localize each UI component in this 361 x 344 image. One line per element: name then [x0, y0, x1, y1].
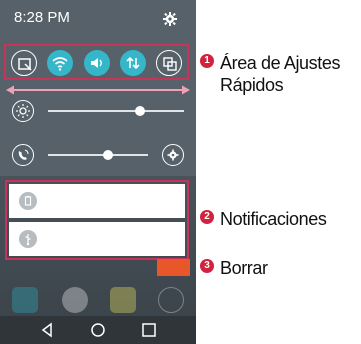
ringtone-volume-icon	[12, 144, 34, 166]
screen-capture-toggle[interactable]	[11, 50, 37, 76]
callout-label: Área de Ajustes Rápidos	[220, 52, 340, 96]
multi-window-toggle[interactable]	[156, 50, 182, 76]
notification-item[interactable]	[9, 184, 185, 218]
volume-row	[0, 142, 196, 170]
speaker-icon	[91, 58, 102, 68]
home-icon[interactable]	[89, 321, 107, 339]
wifi-toggle[interactable]	[47, 50, 73, 76]
battery-notification-icon	[19, 192, 37, 210]
phone-app-icon[interactable]	[12, 287, 38, 313]
clear-button[interactable]	[157, 259, 190, 276]
quick-settings-panel	[0, 36, 196, 176]
callout-label: Borrar	[220, 258, 268, 278]
multi-window-icon	[163, 57, 177, 71]
brightness-slider-knob[interactable]	[135, 106, 146, 116]
phone-screen: 8:28 PM	[0, 0, 196, 344]
recent-apps-icon[interactable]	[140, 321, 158, 339]
quick-settings-row	[4, 44, 189, 80]
volume-slider-knob[interactable]	[103, 150, 113, 160]
gear-icon	[167, 149, 178, 160]
notifications-area	[5, 180, 189, 260]
callout-number-badge: 2	[200, 210, 214, 224]
settings-gear-icon[interactable]	[163, 12, 177, 26]
contacts-app-icon[interactable]	[62, 287, 88, 313]
navigation-bar	[0, 316, 196, 344]
callout-number-badge: 1	[200, 54, 214, 68]
callout-label-line2: Rápidos	[220, 75, 284, 95]
status-bar: 8:28 PM	[0, 0, 196, 36]
volume-settings-button[interactable]	[162, 144, 184, 166]
sound-toggle[interactable]	[84, 50, 110, 76]
screen-capture-icon	[18, 58, 32, 71]
brightness-slider[interactable]	[48, 110, 184, 112]
messaging-app-icon[interactable]	[110, 287, 136, 313]
brightness-row	[0, 98, 196, 126]
callout-label-line1: Área de Ajustes	[220, 53, 341, 73]
callout-label: Notificaciones	[220, 209, 327, 229]
back-icon[interactable]	[38, 321, 56, 339]
apps-drawer-icon[interactable]	[158, 287, 184, 313]
status-time: 8:28 PM	[14, 9, 70, 26]
brightness-icon	[12, 100, 34, 122]
data-toggle[interactable]	[120, 50, 146, 76]
notification-item[interactable]	[9, 222, 185, 256]
usb-notification-icon	[19, 230, 37, 248]
data-transfer-icon	[126, 56, 140, 70]
volume-slider[interactable]	[48, 154, 148, 156]
panel-resize-arrow[interactable]	[6, 84, 190, 96]
wifi-icon	[52, 57, 68, 71]
callout-number-badge: 3	[200, 259, 214, 273]
